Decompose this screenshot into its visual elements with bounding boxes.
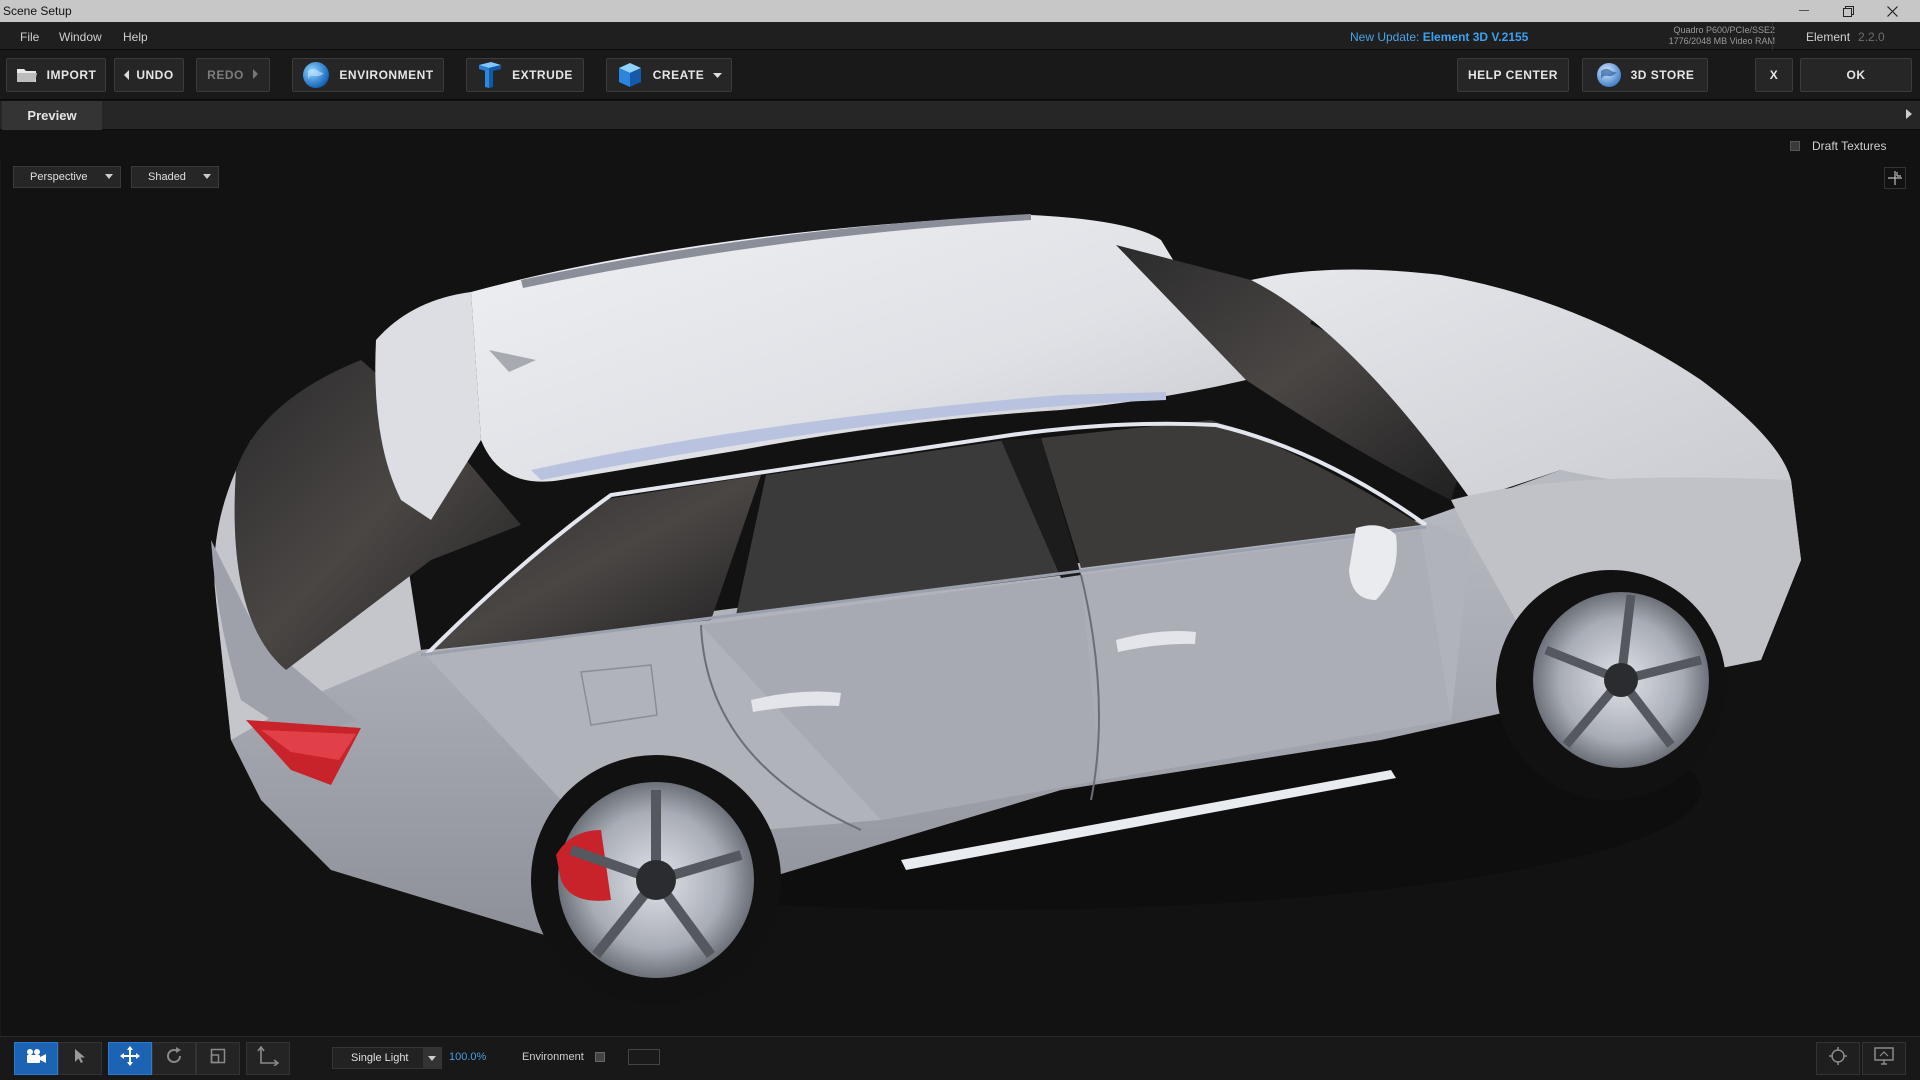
menu-help[interactable]: Help	[123, 30, 148, 44]
import-button[interactable]: IMPORT	[6, 58, 106, 92]
maximize-viewport-icon[interactable]	[1884, 167, 1906, 189]
chevron-right-icon	[252, 69, 259, 81]
redo-button[interactable]: REDO	[196, 58, 270, 92]
globe-icon	[302, 61, 330, 89]
import-label: IMPORT	[46, 68, 97, 82]
draft-textures-checkbox[interactable]	[1790, 141, 1800, 151]
scale-square-icon	[210, 1048, 226, 1069]
undo-button[interactable]: UNDO	[114, 58, 184, 92]
ok-label: OK	[1846, 68, 1866, 82]
product-name: Element	[1806, 30, 1851, 44]
store-globe-icon	[1596, 62, 1622, 88]
close-icon[interactable]	[1870, 0, 1914, 22]
gpu-info: Quadro P600/PCIe/SSE2 1776/2048 MB Video…	[1600, 25, 1775, 47]
create-button[interactable]: CREATE	[606, 58, 732, 92]
monitor-icon	[1874, 1047, 1894, 1070]
lighting-mode-dropdown[interactable]: Single Light	[332, 1047, 442, 1069]
axis-icon	[257, 1045, 280, 1071]
help-center-button[interactable]: HELP CENTER	[1457, 58, 1569, 92]
scale-tool-button[interactable]	[196, 1042, 240, 1075]
render-settings-button[interactable]	[1816, 1042, 1860, 1075]
product-info: Element 2.2.0	[1806, 30, 1885, 44]
create-label: CREATE	[652, 68, 705, 82]
update-notice[interactable]: New Update: Element 3D V.2155	[1350, 30, 1528, 44]
camera-icon	[25, 1048, 47, 1069]
tab-preview[interactable]: Preview	[2, 101, 102, 130]
car-model[interactable]	[1, 160, 1920, 1036]
environment-toggle-label: Environment	[522, 1051, 584, 1063]
caret-down-icon	[713, 70, 723, 80]
menu-file[interactable]: File	[20, 30, 39, 44]
camera-view-value: Perspective	[30, 171, 88, 183]
cancel-button[interactable]: X	[1755, 58, 1793, 92]
options-row: Draft Textures	[0, 130, 1920, 160]
update-prefix: New Update:	[1350, 30, 1420, 44]
gpu-vram: 1776/2048 MB Video RAM	[1668, 36, 1775, 46]
rotate-icon	[164, 1046, 184, 1071]
extrude-icon	[477, 61, 503, 89]
3d-store-button[interactable]: 3D STORE	[1582, 58, 1708, 92]
bottom-toolbar: Single Light 100.0% Environment	[0, 1036, 1920, 1080]
help-center-label: HELP CENTER	[1468, 68, 1558, 82]
caret-down-icon	[105, 172, 113, 181]
chevron-left-icon	[124, 70, 130, 80]
redo-label: REDO	[207, 68, 244, 82]
cursor-arrow-icon	[74, 1048, 86, 1069]
zoom-level[interactable]: 100.0%	[449, 1051, 486, 1063]
draft-textures-option[interactable]: Draft Textures	[1790, 139, 1886, 153]
shading-mode-dropdown[interactable]: Shaded	[131, 166, 219, 188]
display-output-button[interactable]	[1862, 1042, 1906, 1075]
preview-viewport[interactable]: Perspective Shaded	[0, 160, 1920, 1036]
cancel-label: X	[1769, 68, 1779, 82]
tab-row: Preview	[0, 101, 1920, 130]
environment-label: ENVIRONMENT	[339, 68, 434, 82]
rotate-tool-button[interactable]	[152, 1042, 196, 1075]
folder-icon	[16, 66, 38, 84]
gpu-name: Quadro P600/PCIe/SSE2	[1673, 25, 1775, 35]
window-title: Scene Setup	[3, 4, 72, 18]
undo-label: UNDO	[136, 68, 174, 82]
menu-window[interactable]: Window	[59, 30, 102, 44]
panel-expand-icon[interactable]	[1906, 109, 1912, 122]
extrude-button[interactable]: EXTRUDE	[466, 58, 584, 92]
crosshair-icon	[1828, 1046, 1848, 1071]
cube-icon	[616, 61, 644, 89]
draft-textures-label: Draft Textures	[1812, 139, 1887, 153]
caret-down-icon	[423, 1048, 441, 1068]
extrude-label: EXTRUDE	[512, 68, 573, 82]
select-tool-button[interactable]	[58, 1042, 102, 1075]
divider	[1772, 22, 1773, 50]
3d-store-label: 3D STORE	[1630, 68, 1695, 82]
environment-checkbox[interactable]	[595, 1052, 605, 1062]
main-toolbar: IMPORT UNDO REDO ENVIRONMENT EXTRUDE CRE…	[0, 50, 1920, 100]
move-arrows-icon	[119, 1045, 141, 1072]
restore-icon[interactable]	[1826, 0, 1870, 22]
title-bar: Scene Setup	[0, 0, 1920, 22]
minimize-icon[interactable]	[1782, 0, 1826, 22]
caret-down-icon	[203, 172, 211, 181]
ok-button[interactable]: OK	[1800, 58, 1912, 92]
update-version[interactable]: Element 3D V.2155	[1423, 30, 1529, 44]
shading-mode-value: Shaded	[148, 171, 186, 183]
move-tool-button[interactable]	[108, 1042, 152, 1075]
axis-tool-button[interactable]	[246, 1042, 290, 1075]
camera-tool-button[interactable]	[14, 1042, 58, 1075]
product-version: 2.2.0	[1858, 30, 1885, 44]
menu-bar: File Window Help New Update: Element 3D …	[0, 22, 1920, 50]
lighting-mode-value: Single Light	[351, 1052, 409, 1064]
camera-view-dropdown[interactable]: Perspective	[13, 166, 121, 188]
environment-button[interactable]: ENVIRONMENT	[292, 58, 444, 92]
environment-color-swatch[interactable]	[628, 1049, 660, 1065]
